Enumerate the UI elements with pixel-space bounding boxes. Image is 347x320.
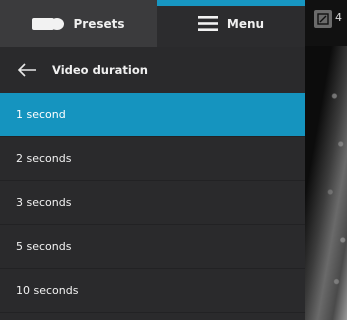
- arrow-left-icon[interactable]: [17, 62, 37, 78]
- tab-presets-label: Presets: [73, 16, 125, 31]
- submenu-header: Video duration: [0, 47, 305, 93]
- duration-option-5s[interactable]: 5 seconds: [0, 225, 305, 269]
- duration-list: 1 second 2 seconds 3 seconds 5 seconds 1…: [0, 93, 305, 313]
- panel-tabs: Presets Menu: [0, 0, 305, 47]
- duration-option-3s[interactable]: 3 seconds: [0, 181, 305, 225]
- duration-option-2s[interactable]: 2 seconds: [0, 137, 305, 181]
- hamburger-menu-icon: [197, 16, 218, 31]
- app-screen: 4 Presets Menu Video duration 1 second 2…: [0, 0, 347, 320]
- duration-option-label: 2 seconds: [16, 152, 72, 165]
- submenu-title: Video duration: [52, 63, 148, 77]
- image-tool-value: 4: [335, 11, 342, 24]
- caliper-tool-button[interactable]: [314, 10, 332, 28]
- probe-icon: [32, 17, 65, 30]
- duration-option-label: 3 seconds: [16, 196, 72, 209]
- active-tab-indicator: [157, 0, 305, 6]
- caliper-icon: [317, 13, 329, 25]
- ultrasound-image[interactable]: [305, 0, 347, 320]
- duration-option-label: 10 seconds: [16, 284, 79, 297]
- duration-option-label: 5 seconds: [16, 240, 72, 253]
- duration-option-label: 1 second: [16, 108, 66, 121]
- side-panel: Presets Menu Video duration 1 second 2 s…: [0, 0, 305, 320]
- tab-menu[interactable]: Menu: [157, 0, 305, 47]
- duration-option-10s[interactable]: 10 seconds: [0, 269, 305, 313]
- tab-menu-label: Menu: [226, 16, 265, 31]
- tab-presets[interactable]: Presets: [0, 0, 157, 47]
- duration-option-1s[interactable]: 1 second: [0, 93, 305, 137]
- image-texture: [305, 0, 347, 320]
